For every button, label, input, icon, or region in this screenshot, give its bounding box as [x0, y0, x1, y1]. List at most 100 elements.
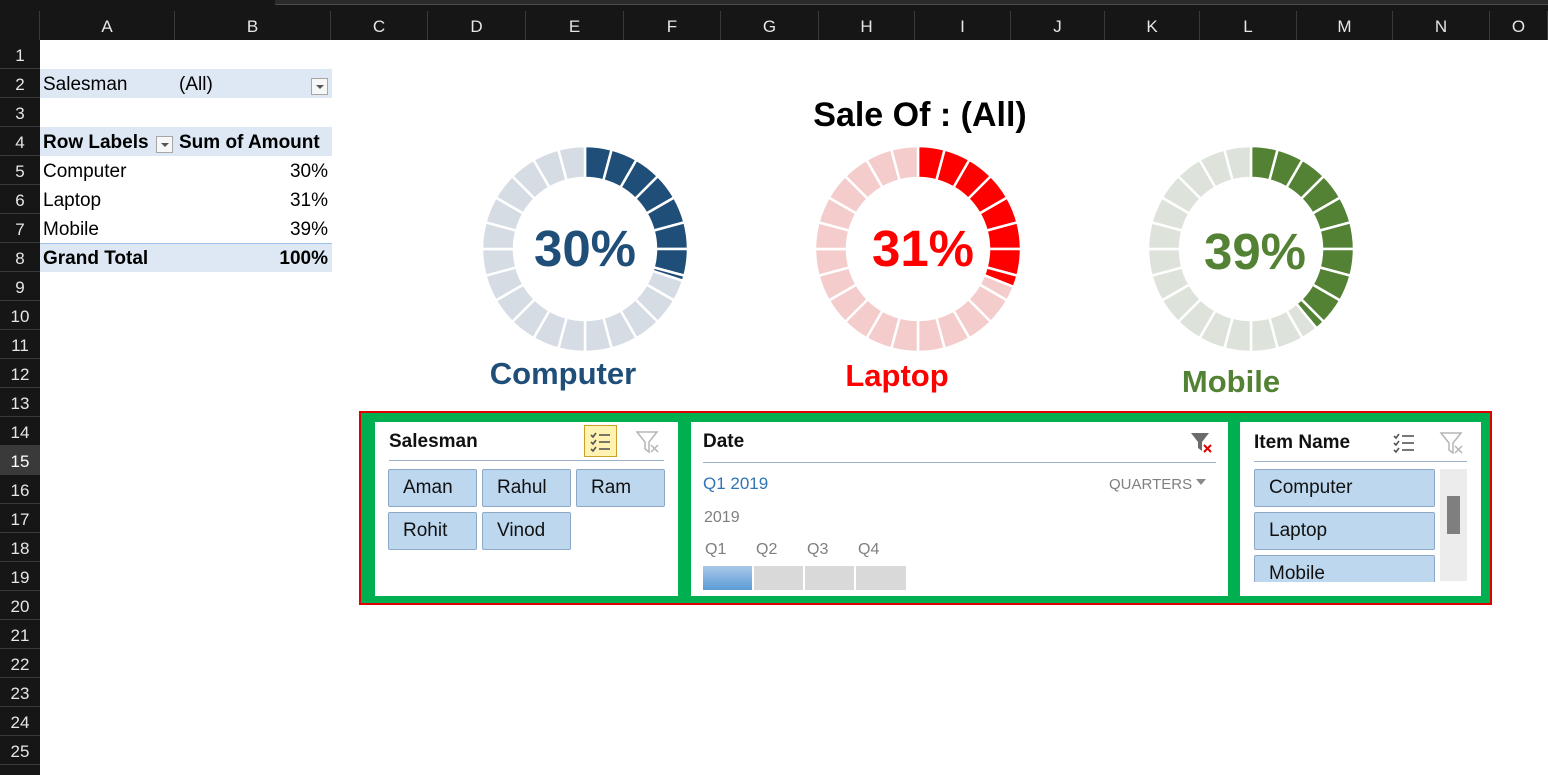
row-header-12[interactable]: 12: [0, 359, 40, 388]
slicer-item-computer[interactable]: Computer: [1254, 469, 1435, 507]
pivot-filter-value: (All): [179, 74, 213, 95]
row-header-19[interactable]: 19: [0, 562, 40, 591]
row-header-7[interactable]: 7: [0, 214, 40, 243]
salesman-slicer: Salesman Aman Rahul Ram Rohit Vinod: [375, 422, 678, 596]
row-header-15[interactable]: 15: [0, 446, 40, 475]
column-header-i[interactable]: I: [915, 11, 1011, 40]
slicer-item-laptop[interactable]: Laptop: [1254, 512, 1435, 550]
formula-bar-edge: [275, 0, 1548, 5]
clear-filter-icon[interactable]: [634, 428, 662, 456]
column-header-bar: ABCDEFGHIJKLMNO: [0, 11, 1548, 40]
row-header-22[interactable]: 22: [0, 649, 40, 678]
row-header-18[interactable]: 18: [0, 533, 40, 562]
pivot-header-sum: Sum of Amount: [179, 132, 320, 153]
row-header-13[interactable]: 13: [0, 388, 40, 417]
timeline-bar-q3[interactable]: [805, 566, 854, 590]
timeline-quarter-label: Q3: [807, 541, 829, 558]
column-header-a[interactable]: A: [40, 11, 175, 40]
clear-filter-icon[interactable]: [1189, 430, 1215, 456]
timeline-quarter-label: Q4: [858, 541, 880, 558]
row-header-23[interactable]: 23: [0, 678, 40, 707]
column-header-c[interactable]: C: [331, 11, 428, 40]
row-labels-dropdown-button[interactable]: [156, 136, 173, 153]
pivot-row-value: 30%: [289, 161, 328, 182]
column-header-k[interactable]: K: [1105, 11, 1200, 40]
clear-filter-icon[interactable]: [1438, 429, 1466, 457]
row-header-24[interactable]: 24: [0, 707, 40, 736]
multi-select-icon[interactable]: [584, 425, 617, 457]
dashboard-title: Sale Of : (All): [813, 96, 1027, 134]
pivot-total-label: Grand Total: [43, 248, 149, 269]
computer-percent: 30%: [533, 220, 637, 277]
timeline-bar-q4[interactable]: [856, 566, 906, 590]
column-header-j[interactable]: J: [1011, 11, 1105, 40]
column-header-o[interactable]: O: [1490, 11, 1548, 40]
row-header-20[interactable]: 20: [0, 591, 40, 620]
row-header-bar: 1 2 3 4 5 6 7 8 9 10 11 12 13 14 15 16 17 18 19 20 21 22 23 24 2…: [0, 40, 40, 775]
row-header-2[interactable]: 2: [0, 69, 40, 98]
date-timeline: Date Q1 2019 QUARTERS 2019 Q1 Q2 Q3 Q4: [691, 422, 1228, 596]
date-timeline-title: Date: [703, 431, 745, 452]
row-header-1[interactable]: 1: [0, 40, 40, 69]
mobile-gauge-label: Mobile: [1181, 364, 1281, 399]
row-header-9[interactable]: 9: [0, 272, 40, 301]
slicer-item-aman[interactable]: Aman: [388, 469, 477, 507]
pivot-row-value: 31%: [289, 190, 328, 211]
row-header-14[interactable]: 14: [0, 417, 40, 446]
row-header-5[interactable]: 5: [0, 156, 40, 185]
slicer-divider: [389, 460, 664, 461]
pivot-row-label: Laptop: [43, 190, 102, 211]
row-header-16[interactable]: 16: [0, 475, 40, 504]
scrollbar-thumb[interactable]: [1447, 496, 1460, 534]
timeline-quarter-label: Q1: [705, 541, 727, 558]
row-header-11[interactable]: 11: [0, 330, 40, 359]
pivot-row-label: Mobile: [43, 219, 99, 240]
slicer-item-rohit[interactable]: Rohit: [388, 512, 477, 550]
timeline-bar-q2[interactable]: [754, 566, 803, 590]
pivot-row-label: Computer: [43, 161, 127, 182]
pivot-row-value: 39%: [289, 219, 328, 240]
row-header-8[interactable]: 8: [0, 243, 40, 272]
column-header-e[interactable]: E: [526, 11, 624, 40]
column-header-n[interactable]: N: [1393, 11, 1490, 40]
multi-select-icon[interactable]: [1390, 429, 1418, 457]
mobile-percent: 39%: [1203, 223, 1307, 280]
column-header-h[interactable]: H: [819, 11, 915, 40]
timeline-year: 2019: [704, 509, 740, 526]
row-header-17[interactable]: 17: [0, 504, 40, 533]
row-header-10[interactable]: 10: [0, 301, 40, 330]
column-header-g[interactable]: G: [721, 11, 819, 40]
item-name-slicer: Item Name Computer Laptop Mobile: [1240, 422, 1481, 596]
salesman-slicer-title: Salesman: [389, 431, 478, 452]
item-slicer-title: Item Name: [1254, 432, 1351, 453]
pivot-header-row-labels: Row Labels: [43, 132, 149, 153]
column-header-l[interactable]: L: [1200, 11, 1297, 40]
select-all-corner[interactable]: [0, 11, 40, 40]
row-header-6[interactable]: 6: [0, 185, 40, 214]
slicer-divider: [1254, 461, 1467, 462]
slicer-item-mobile[interactable]: Mobile: [1254, 555, 1435, 582]
row-header-21[interactable]: 21: [0, 620, 40, 649]
column-header-m[interactable]: M: [1297, 11, 1393, 40]
chevron-down-icon[interactable]: [1196, 479, 1206, 485]
column-header-d[interactable]: D: [428, 11, 526, 40]
laptop-percent: 31%: [871, 220, 975, 277]
pivot-total-value: 100%: [279, 248, 328, 269]
slicer-item-rahul[interactable]: Rahul: [482, 469, 571, 507]
filter-dropdown-button[interactable]: [311, 78, 328, 95]
slicer-item-vinod[interactable]: Vinod: [482, 512, 571, 550]
column-header-f[interactable]: F: [624, 11, 721, 40]
timeline-divider: [703, 462, 1216, 463]
slicer-item-ram[interactable]: Ram: [576, 469, 665, 507]
timeline-level[interactable]: QUARTERS: [1109, 476, 1192, 493]
laptop-gauge-label: Laptop: [845, 358, 949, 393]
row-header-3[interactable]: 3: [0, 98, 40, 127]
column-header-b[interactable]: B: [175, 11, 331, 40]
timeline-quarter-label: Q2: [756, 541, 778, 558]
row-header-4[interactable]: 4: [0, 127, 40, 156]
timeline-bar-q1[interactable]: [703, 566, 752, 590]
row-header-25[interactable]: 25: [0, 736, 40, 765]
timeline-selection: Q1 2019: [703, 474, 769, 493]
pivot-filter-label: Salesman: [43, 74, 128, 95]
computer-gauge-label: Computer: [489, 356, 637, 391]
